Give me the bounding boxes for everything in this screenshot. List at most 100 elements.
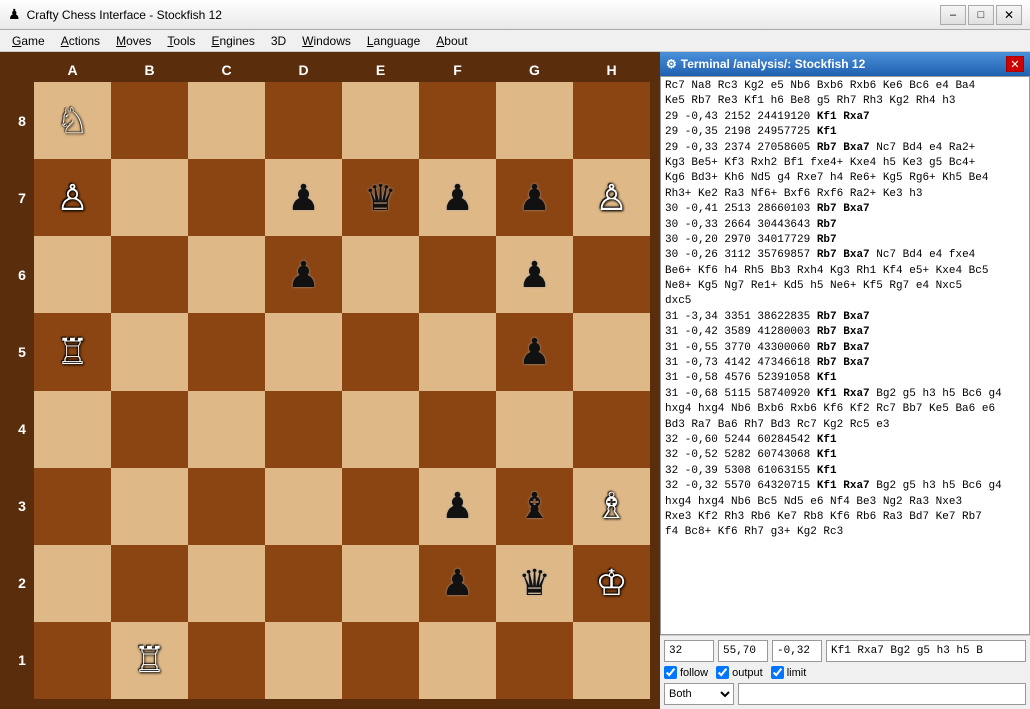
cell-b5[interactable] [111,313,188,390]
menu-actions[interactable]: Actions [53,32,108,50]
cell-e3[interactable] [342,468,419,545]
piece-h2[interactable]: ♔ [595,565,627,601]
cell-g2[interactable]: ♛ [496,545,573,622]
follow-checkbox-label[interactable]: follow [664,666,708,679]
cell-d3[interactable] [265,468,342,545]
cell-f1[interactable] [419,622,496,699]
cell-a7[interactable]: ♙ [34,159,111,236]
cell-g5[interactable]: ♟ [496,313,573,390]
cell-f5[interactable] [419,313,496,390]
cell-c2[interactable] [188,545,265,622]
cell-d8[interactable] [265,82,342,159]
cell-a3[interactable] [34,468,111,545]
cell-g4[interactable] [496,391,573,468]
menu-language[interactable]: Language [359,32,428,50]
score-input[interactable] [772,640,822,662]
cell-c7[interactable] [188,159,265,236]
piece-d6[interactable]: ♟ [287,257,319,293]
minimize-button[interactable]: – [940,5,966,25]
cell-g3[interactable]: ♝ [496,468,573,545]
piece-d7[interactable]: ♟ [287,180,319,216]
cell-e4[interactable] [342,391,419,468]
piece-a7[interactable]: ♙ [56,180,88,216]
piece-a8[interactable]: ♘ [56,103,88,139]
command-input[interactable] [738,683,1026,705]
cell-a6[interactable] [34,236,111,313]
cell-h6[interactable] [573,236,650,313]
piece-g7[interactable]: ♟ [518,180,550,216]
piece-e7[interactable]: ♛ [364,180,396,216]
cell-b2[interactable] [111,545,188,622]
cell-d2[interactable] [265,545,342,622]
terminal-content[interactable]: Rc7 Na8 Rc3 Kg2 e5 Nb6 Bxb6 Rxb6 Ke6 Bc6… [660,76,1030,635]
cell-d6[interactable]: ♟ [265,236,342,313]
cell-d7[interactable]: ♟ [265,159,342,236]
side-select[interactable]: Both White Black [664,683,734,705]
cell-b7[interactable] [111,159,188,236]
cell-d1[interactable] [265,622,342,699]
close-button[interactable]: ✕ [996,5,1022,25]
cell-g8[interactable] [496,82,573,159]
cell-c5[interactable] [188,313,265,390]
cell-f3[interactable]: ♟ [419,468,496,545]
cell-c6[interactable] [188,236,265,313]
cell-f2[interactable]: ♟ [419,545,496,622]
cell-c1[interactable] [188,622,265,699]
cell-e6[interactable] [342,236,419,313]
menu-about[interactable]: About [428,32,475,50]
cell-g1[interactable] [496,622,573,699]
cell-e8[interactable] [342,82,419,159]
output-checkbox-label[interactable]: output [716,666,763,679]
cell-e1[interactable] [342,622,419,699]
cell-e5[interactable] [342,313,419,390]
cell-h1[interactable] [573,622,650,699]
cell-c8[interactable] [188,82,265,159]
cell-f7[interactable]: ♟ [419,159,496,236]
cell-a1[interactable] [34,622,111,699]
piece-g2[interactable]: ♛ [518,565,550,601]
menu-moves[interactable]: Moves [108,32,159,50]
maximize-button[interactable]: □ [968,5,994,25]
output-checkbox[interactable] [716,666,729,679]
cell-c4[interactable] [188,391,265,468]
menu-engines[interactable]: Engines [203,32,262,50]
cell-b6[interactable] [111,236,188,313]
terminal-close-button[interactable]: ✕ [1006,56,1024,72]
piece-h7[interactable]: ♙ [595,180,627,216]
piece-f7[interactable]: ♟ [441,180,473,216]
cell-e2[interactable] [342,545,419,622]
cell-f8[interactable] [419,82,496,159]
depth-input[interactable] [664,640,714,662]
cell-b8[interactable] [111,82,188,159]
cell-g7[interactable]: ♟ [496,159,573,236]
limit-checkbox-label[interactable]: limit [771,666,807,679]
piece-h3[interactable]: ♗ [595,488,627,524]
cell-g6[interactable]: ♟ [496,236,573,313]
menu-game[interactable]: Game [4,32,53,50]
piece-f3[interactable]: ♟ [441,488,473,524]
follow-checkbox[interactable] [664,666,677,679]
piece-f2[interactable]: ♟ [441,565,473,601]
cell-a8[interactable]: ♘ [34,82,111,159]
cell-b4[interactable] [111,391,188,468]
piece-g6[interactable]: ♟ [518,257,550,293]
cell-d5[interactable] [265,313,342,390]
piece-g5[interactable]: ♟ [518,334,550,370]
menu-windows[interactable]: Windows [294,32,359,50]
cell-f4[interactable] [419,391,496,468]
piece-b1[interactable]: ♖ [133,642,165,678]
cell-h7[interactable]: ♙ [573,159,650,236]
cell-a2[interactable] [34,545,111,622]
time-input[interactable] [718,640,768,662]
cell-c3[interactable] [188,468,265,545]
cell-d4[interactable] [265,391,342,468]
cell-e7[interactable]: ♛ [342,159,419,236]
cell-h5[interactable] [573,313,650,390]
cell-h2[interactable]: ♔ [573,545,650,622]
menu-tools[interactable]: Tools [159,32,203,50]
piece-a5[interactable]: ♖ [56,334,88,370]
cell-h8[interactable] [573,82,650,159]
menu-3d[interactable]: 3D [263,32,294,50]
cell-b1[interactable]: ♖ [111,622,188,699]
cell-h3[interactable]: ♗ [573,468,650,545]
